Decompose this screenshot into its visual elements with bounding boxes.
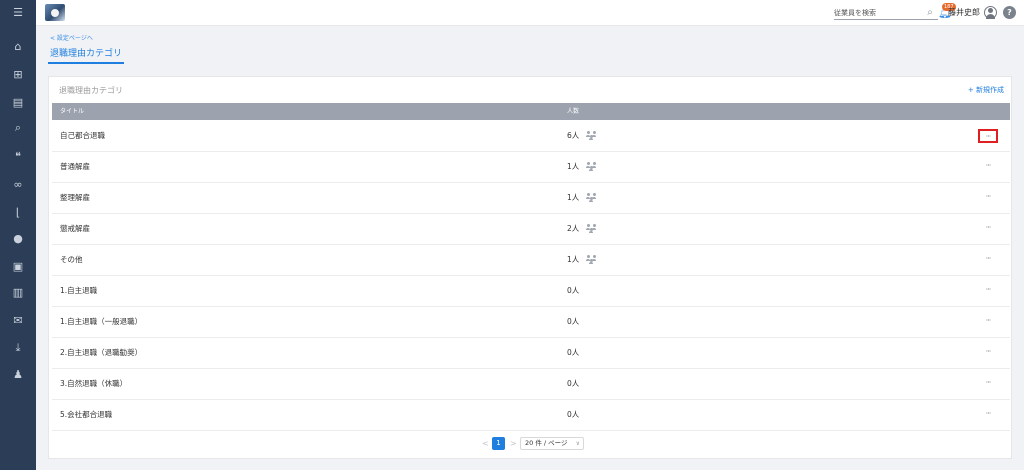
row-count: 2人 (567, 224, 580, 233)
more-actions-button[interactable]: ··· (978, 408, 998, 422)
row-title: 1.自主退職（一般退職） (60, 317, 143, 326)
table-row[interactable]: 2.自主退職（退職勧奨） 0人 ··· (52, 338, 1010, 369)
people-icon[interactable] (586, 193, 597, 202)
home-icon[interactable]: ⌂ (0, 36, 36, 56)
column-header-title: タイトル (60, 108, 85, 115)
avatar[interactable] (984, 6, 997, 19)
row-title: 2.自主退職（退職勧奨） (60, 348, 143, 357)
row-title: 自己都合退職 (60, 131, 105, 140)
book-icon[interactable]: ▥ (0, 282, 36, 302)
username[interactable]: 藤井史郎 (948, 6, 980, 20)
more-actions-button[interactable]: ··· (978, 253, 998, 267)
table-row[interactable]: その他 1人 ··· (52, 245, 1010, 276)
page-size-select[interactable]: 20 件 / ページ ∨ (520, 437, 584, 450)
mail-icon[interactable]: ✉ (0, 310, 36, 330)
more-actions-button[interactable]: ··· (978, 160, 998, 174)
menu-icon[interactable]: ☰ (0, 2, 36, 22)
more-actions-button[interactable]: ··· (978, 315, 998, 329)
table-header: タイトル 人数 (52, 103, 1010, 120)
chat-icon[interactable]: ❝ (0, 146, 36, 166)
row-count: 0人 (567, 317, 580, 326)
category-card: 退職理由カテゴリ + 新規作成 タイトル 人数 自己都合退職 6人 ··· 普通解雇 1… (48, 76, 1012, 459)
row-count: 0人 (567, 286, 580, 295)
row-count: 0人 (567, 410, 580, 419)
table-row[interactable]: 5.会社都合退職 0人 ··· (52, 400, 1010, 431)
row-title: 懲戒解雇 (60, 224, 90, 233)
row-title: 整理解雇 (60, 193, 90, 202)
search-icon[interactable]: ⌕ (0, 118, 36, 138)
company-logo[interactable] (45, 4, 65, 21)
tab-underline (48, 62, 124, 64)
pagination-page-1[interactable]: 1 (492, 437, 505, 450)
row-count: 1人 (567, 255, 580, 264)
top-header: 従業員を検索 ⌕ 🔔︎ 187 藤井史郎 ? (36, 0, 1024, 26)
pagination-next-button[interactable]: > (510, 439, 517, 448)
org-chart-icon[interactable]: ⊞ (0, 64, 36, 84)
sidebar: ☰ ⌂ ⊞ ▤ ⌕ ❝ ∞ ⌊ ● ▣ ▥ ✉ ⤓ ♟ (0, 0, 36, 470)
more-actions-button[interactable]: ··· (978, 222, 998, 236)
row-title: 5.会社都合退職 (60, 410, 113, 419)
more-actions-button[interactable]: ··· (978, 129, 998, 143)
row-count: 0人 (567, 379, 580, 388)
table-row[interactable]: 整理解雇 1人 ··· (52, 183, 1010, 214)
info-icon[interactable]: ● (0, 228, 36, 248)
more-actions-button[interactable]: ··· (978, 284, 998, 298)
row-title: その他 (60, 255, 83, 264)
more-actions-button[interactable]: ··· (978, 346, 998, 360)
document-icon[interactable]: ▤ (0, 92, 36, 112)
row-title: 1.自主退職 (60, 286, 98, 295)
column-header-count: 人数 (567, 108, 580, 115)
card-title: 退職理由カテゴリ (59, 86, 123, 95)
download-icon[interactable]: ⤓ (0, 338, 36, 358)
table-row[interactable]: 1.自主退職（一般退職） 0人 ··· (52, 307, 1010, 338)
pagination-prev-button[interactable]: < (482, 439, 489, 448)
link-icon[interactable]: ∞ (0, 174, 36, 194)
page-title[interactable]: 退職理由カテゴリ (50, 46, 122, 59)
people-icon[interactable] (586, 224, 597, 233)
chevron-down-icon: ∨ (575, 440, 580, 447)
table-row[interactable]: 懲戒解雇 2人 ··· (52, 214, 1010, 245)
table-row[interactable]: 3.自然退職（休職） 0人 ··· (52, 369, 1010, 400)
table-row[interactable]: 1.自主退職 0人 ··· (52, 276, 1010, 307)
more-actions-button[interactable]: ··· (978, 191, 998, 205)
row-title: 3.自然退職（休職） (60, 379, 128, 388)
back-to-settings-link[interactable]: < 設定ページへ (50, 33, 93, 42)
table-row[interactable]: 普通解雇 1人 ··· (52, 152, 1010, 183)
row-title: 普通解雇 (60, 162, 90, 171)
create-new-button[interactable]: + 新規作成 (968, 85, 1004, 95)
search-icon[interactable]: ⌕ (923, 6, 937, 20)
user-settings-icon[interactable]: ♟ (0, 364, 36, 384)
page-size-value: 20 件 / ページ (525, 439, 568, 447)
search-placeholder: 従業員を検索 (834, 9, 876, 17)
people-icon[interactable] (586, 162, 597, 171)
more-actions-button[interactable]: ··· (978, 377, 998, 391)
people-icon[interactable] (586, 255, 597, 264)
chart-icon[interactable]: ⌊ (0, 202, 36, 222)
help-icon[interactable]: ? (1003, 6, 1016, 19)
row-count: 6人 (567, 131, 580, 140)
contact-card-icon[interactable]: ▣ (0, 256, 36, 276)
row-count: 0人 (567, 348, 580, 357)
table-row[interactable]: 自己都合退職 6人 ··· (52, 121, 1010, 152)
row-count: 1人 (567, 162, 580, 171)
row-count: 1人 (567, 193, 580, 202)
people-icon[interactable] (586, 131, 597, 140)
